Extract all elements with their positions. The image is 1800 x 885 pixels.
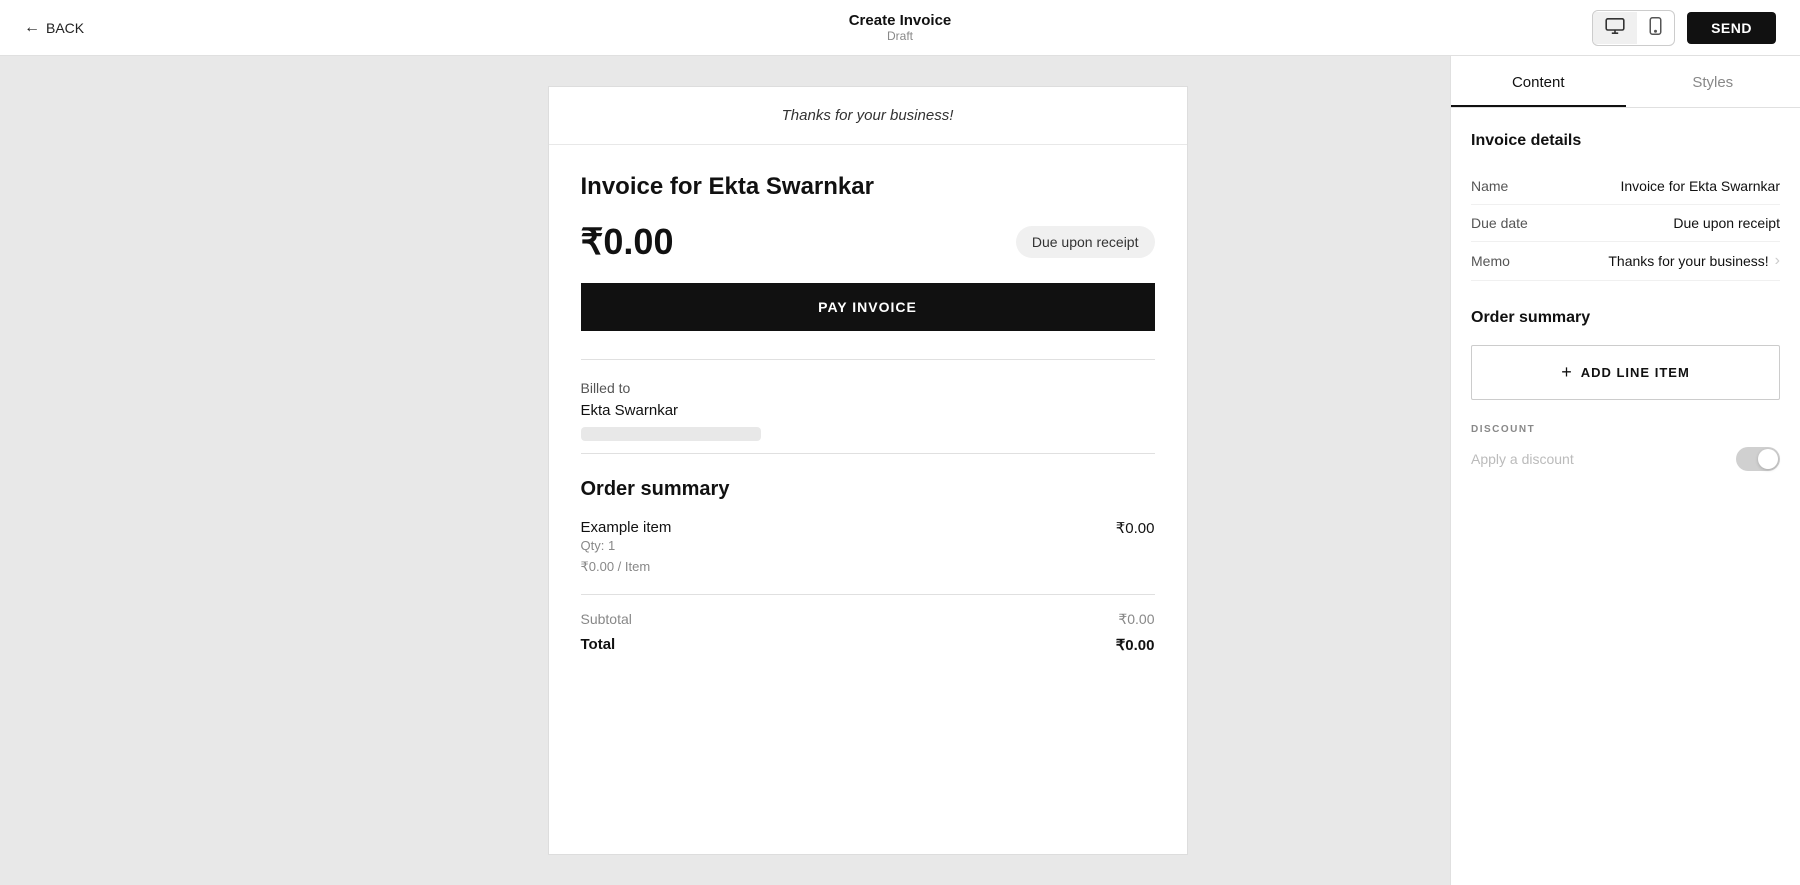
desktop-view-button[interactable] [1593,12,1637,44]
billed-email-redacted [581,427,761,441]
line-item-info: Example item Qty: 1 ₹0.00 / Item [581,519,672,578]
toggle-knob [1758,449,1778,469]
memo-label: Memo [1471,253,1510,269]
invoice-amount: ₹0.00 [581,221,674,263]
subtotal-label: Subtotal [581,611,632,628]
due-badge: Due upon receipt [1016,226,1155,258]
back-button[interactable]: ← BACK [24,19,84,37]
detail-row-memo[interactable]: Memo Thanks for your business! › [1471,242,1780,281]
send-button[interactable]: SEND [1687,12,1776,44]
line-item-name: Example item [581,519,672,536]
left-spacer [0,56,285,885]
tab-styles[interactable]: Styles [1626,56,1800,107]
total-value: ₹0.00 [1116,636,1155,654]
tab-content[interactable]: Content [1451,56,1626,107]
due-date-value: Due upon receipt [1673,215,1780,231]
nav-right: SEND [1592,10,1776,46]
invoice-thanks: Thanks for your business! [549,87,1187,145]
back-arrow-icon: ← [24,19,40,37]
nav-center: Create Invoice Draft [849,12,952,43]
section-divider-2 [581,453,1155,454]
panel-tabs: Content Styles [1451,56,1800,108]
detail-row-due-date: Due date Due upon receipt [1471,205,1780,242]
discount-toggle[interactable] [1736,447,1780,471]
panel-content: Invoice details Name Invoice for Ekta Sw… [1451,108,1800,495]
nav-title: Create Invoice [849,12,952,29]
plus-icon: + [1561,362,1573,383]
discount-text: Apply a discount [1471,451,1574,467]
view-toggle [1592,10,1675,46]
add-line-item-label: ADD LINE ITEM [1581,365,1690,380]
discount-section: DISCOUNT Apply a discount [1471,424,1780,471]
subtotal-value: ₹0.00 [1118,611,1154,628]
billed-name: Ekta Swarnkar [581,402,1155,419]
add-line-item-button[interactable]: + ADD LINE ITEM [1471,345,1780,400]
detail-row-name: Name Invoice for Ekta Swarnkar [1471,168,1780,205]
memo-value-text: Thanks for your business! [1608,253,1768,269]
line-item-row: Example item Qty: 1 ₹0.00 / Item ₹0.00 [581,519,1155,578]
order-summary-section: Order summary + ADD LINE ITEM [1471,309,1780,400]
summary-divider [581,594,1155,595]
memo-value: Thanks for your business! › [1608,252,1780,270]
order-summary-title: Order summary [581,478,1155,501]
invoice-title: Invoice for Ekta Swarnkar [581,173,1155,201]
total-row: Total ₹0.00 [581,636,1155,654]
invoice-body: Invoice for Ekta Swarnkar ₹0.00 Due upon… [549,145,1187,690]
line-item-qty: Qty: 1 [581,536,672,557]
right-panel: Content Styles Invoice details Name Invo… [1450,56,1800,885]
nav-subtitle: Draft [849,29,952,43]
memo-chevron-icon: › [1775,252,1780,270]
invoice-amount-row: ₹0.00 Due upon receipt [581,221,1155,263]
total-label: Total [581,636,616,654]
discount-row: Apply a discount [1471,447,1780,471]
top-nav: ← BACK Create Invoice Draft SEND [0,0,1800,56]
invoice-preview: Thanks for your business! Invoice for Ek… [548,86,1188,855]
line-item-price: ₹0.00 [1116,519,1155,537]
due-date-label: Due date [1471,215,1528,231]
pay-invoice-button[interactable]: PAY INVOICE [581,283,1155,331]
mobile-view-button[interactable] [1637,11,1674,45]
billed-to-label: Billed to [581,380,1155,396]
center-preview: Thanks for your business! Invoice for Ek… [285,56,1450,885]
invoice-details-heading: Invoice details [1471,132,1780,150]
main-layout: Thanks for your business! Invoice for Ek… [0,56,1800,885]
subtotal-row: Subtotal ₹0.00 [581,611,1155,628]
back-label: BACK [46,20,84,36]
line-item-unit: ₹0.00 / Item [581,557,672,578]
section-divider-1 [581,359,1155,360]
discount-heading: DISCOUNT [1471,424,1780,435]
name-value: Invoice for Ekta Swarnkar [1620,178,1780,194]
name-label: Name [1471,178,1508,194]
order-summary-heading: Order summary [1471,309,1780,327]
